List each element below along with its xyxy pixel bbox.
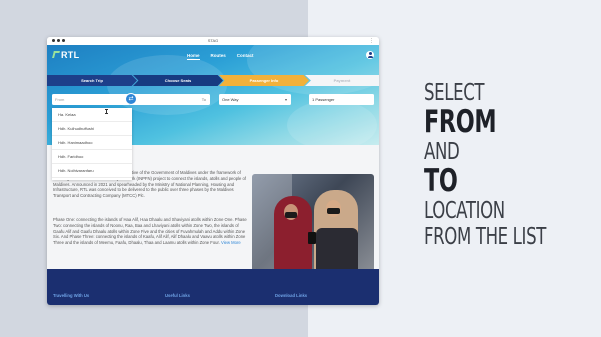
text-cursor-icon <box>105 109 108 114</box>
footer-download-links[interactable]: Download Links <box>275 293 307 298</box>
caption-line-location: LOCATION <box>424 198 505 224</box>
logo-text: RTL <box>61 50 80 60</box>
caption-line-from: FROM <box>424 104 497 140</box>
from-input[interactable]: From <box>52 94 130 105</box>
rtl-logo[interactable]: RTL <box>52 50 80 60</box>
footer-travelling-link[interactable]: Travelling With Us <box>53 293 89 298</box>
logo-icon <box>52 51 60 58</box>
browser-window: STAG ⋮ RTL Home Routes Contact Search Tr… <box>47 37 379 305</box>
caption-line-select: SELECT <box>424 80 485 106</box>
step-payment: Payment <box>305 75 379 86</box>
about-paragraph-2-text: Phase One: connecting the islands of Haa… <box>53 217 247 246</box>
caption-line-to: TO <box>424 163 458 199</box>
site-footer: Travelling With Us Useful Links Download… <box>47 269 379 305</box>
step-choose-seats: Choose Seats <box>133 75 223 86</box>
trip-type-select[interactable]: One Way ▾ <box>219 94 291 105</box>
title-bar: STAG ⋮ <box>47 37 379 45</box>
step-search-trip: Search Trip <box>47 75 137 86</box>
dropdown-option[interactable]: Ha. Kelaa <box>52 108 132 122</box>
passengers-photo <box>252 174 374 272</box>
about-paragraph-2: Phase One: connecting the islands of Haa… <box>53 217 247 246</box>
booking-steps: Search Trip Choose Seats Passenger Info … <box>47 75 379 86</box>
step-passenger-info: Passenger Info <box>219 75 309 86</box>
dropdown-option[interactable]: Hdh. Kulhudhuffushi <box>52 122 132 136</box>
nav-home[interactable]: Home <box>187 53 200 60</box>
window-title: STAG <box>207 38 219 43</box>
user-account-icon[interactable] <box>366 51 374 59</box>
dropdown-option[interactable]: Hdh. Faridhoo <box>52 150 132 164</box>
caption-line-list: FROM THE LIST <box>424 224 546 250</box>
caption-line-and: AND <box>424 139 460 165</box>
passenger-select[interactable]: 1 Passenger <box>309 94 374 105</box>
dropdown-option[interactable]: Hdh. Nolhivaranfaru <box>52 164 132 178</box>
swap-icon[interactable] <box>125 93 137 105</box>
view-more-link[interactable]: View More <box>221 240 241 245</box>
nav-routes[interactable]: Routes <box>211 53 226 60</box>
nav-contact[interactable]: Contact <box>237 53 254 60</box>
nav-links: Home Routes Contact <box>187 53 254 60</box>
top-navbar: RTL Home Routes Contact <box>47 45 379 69</box>
footer-useful-links[interactable]: Useful Links <box>165 293 190 298</box>
trip-type-value: One Way <box>222 97 239 102</box>
dropdown-option[interactable]: Hdh. Hanimaadhoo <box>52 136 132 150</box>
chevron-down-icon: ▾ <box>284 97 287 102</box>
to-label: To <box>201 97 206 102</box>
to-input[interactable]: To <box>130 94 210 105</box>
from-dropdown-list: Ha. Kelaa Hdh. Kulhudhuffushi Hdh. Hanim… <box>52 108 132 180</box>
more-vert-icon[interactable]: ⋮ <box>369 37 374 45</box>
instruction-caption: SELECT FROM AND TO LOCATION FROM THE LIS… <box>424 80 593 250</box>
